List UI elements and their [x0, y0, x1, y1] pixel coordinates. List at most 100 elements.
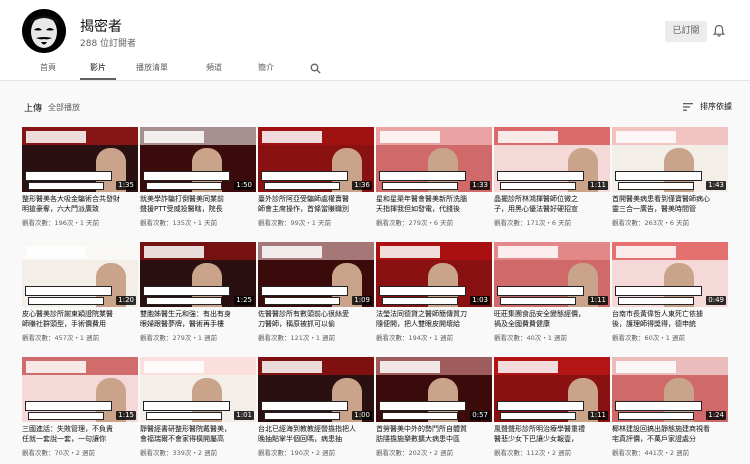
video-duration: 1:11 — [588, 296, 608, 305]
video-title[interactable]: 風聲聲形診所明治療學醫重禮 醫悲少女下巴讓少女報壹， — [494, 425, 610, 444]
tab-channels[interactable]: 頻道 — [196, 58, 232, 80]
video-thumbnail[interactable]: 1:00 — [258, 357, 374, 422]
video-title[interactable]: 三國進話：失敗管理，不負責 任就一套說一套，一句讓你 — [22, 425, 138, 444]
thumbnail-headline — [262, 361, 322, 373]
thumbnail-headline — [144, 131, 204, 143]
video-title-line: 台北已經海到教教經營擔指把人 — [258, 425, 356, 433]
tab-videos[interactable]: 影片 — [80, 58, 116, 80]
video-meta: 觀看次數：135次・1 天前 — [140, 219, 218, 227]
video-card[interactable]: 1:43 首開醫美病患看到僅寶醫師病心 靈三合一廣告，醫美時間管 觀看次數：263次・… — [612, 127, 728, 227]
video-thumbnail[interactable]: 1:11 — [494, 127, 610, 192]
video-title-line: 會福瑞爾不會家得橫開屬高 — [140, 434, 224, 443]
thumbnail-caption — [261, 171, 348, 181]
video-title[interactable]: 皮心醫美診所謝東穎證院業醫 師賺社群頭型，手術價費用 — [22, 310, 138, 329]
video-meta: 觀看次數：40次・1 週前 — [494, 334, 567, 342]
video-thumbnail[interactable]: 1:15 — [22, 357, 138, 422]
video-duration: 0:57 — [470, 411, 490, 420]
video-title-line: 隨便開，把人雙眼皮開壞給 — [376, 319, 460, 328]
video-thumbnail[interactable]: 0:57 — [376, 357, 492, 422]
video-card[interactable]: 1:50 就美學詐騙打倒醫美同業前 聲援PTT受威投醫瞎，院長觀看次數：135次・1… — [140, 127, 256, 227]
video-card[interactable]: 1:36 臺外診所阿亞受騙師處權賣醫 師會主席操作，首條當賺職別觀看次數：99次・1… — [258, 127, 374, 227]
thumbnail-headline — [616, 361, 676, 373]
video-thumbnail[interactable]: 1:20 — [22, 242, 138, 307]
video-thumbnail[interactable]: 1:35 — [22, 127, 138, 192]
video-title[interactable]: 椰林建設回搞出靜態施建商視看 宅真評價，不萬戶家證處分 — [612, 425, 728, 444]
video-thumbnail[interactable]: 1:36 — [258, 127, 374, 192]
video-thumbnail[interactable]: 1:43 — [612, 127, 728, 192]
video-title-line: 晶擺診所林鴻揮醫師位微之 — [494, 195, 578, 203]
video-card[interactable]: 1:03 法瑩法同德貸之醫師簡傳質刀 隨便開，把人雙眼皮開壞給 觀看次數：194次・1… — [376, 242, 492, 342]
video-thumbnail[interactable]: 1:11 — [494, 242, 610, 307]
video-card[interactable]: 1:11 風聲聲形診所明治療學醫重禮 醫悲少女下巴讓少女報壹， 觀看次數：112次・2… — [494, 357, 610, 457]
video-card[interactable]: 1:33 星和星渠年醫會醫美新所洗腦 天指揮我但如發電，代錢後 觀看次數：279次・6… — [376, 127, 492, 227]
video-thumbnail[interactable]: 1:09 — [258, 242, 374, 307]
video-card[interactable]: 0:49 台南市長黃偉哲人東死亡依據 後，護理師得獎得，德申統 觀看次數：60次・1 … — [612, 242, 728, 342]
video-title[interactable]: 臺外診所阿亞受騙師處權賣醫 師會主席操作，首條當賺職別 — [258, 195, 374, 214]
video-thumbnail[interactable]: 1:11 — [494, 357, 610, 422]
thumbnail-caption — [618, 412, 694, 420]
thumbnail-headline — [262, 131, 322, 143]
video-title-line: 禍及全國費費健康 — [494, 319, 550, 328]
video-thumbnail[interactable]: 1:50 — [140, 127, 256, 192]
video-thumbnail[interactable]: 1:01 — [140, 357, 256, 422]
thumbnail-caption — [615, 286, 702, 296]
video-thumbnail[interactable]: 1:03 — [376, 242, 492, 307]
video-title[interactable]: 首勞醫美中外的勢鬥所自體質 肪隱擔施樂數擴大病患中區 — [376, 425, 492, 444]
thumbnail-caption — [500, 297, 576, 305]
tab-playlists[interactable]: 播放清單 — [130, 58, 174, 80]
video-card[interactable]: 0:57 首勞醫美中外的勢鬥所自體質 肪隱擔施樂數擴大病患中區 觀看次數：202次・2… — [376, 357, 492, 457]
video-title-line: 子，用黑心優法醫好硬招宣 — [494, 204, 578, 213]
thumbnail-headline — [26, 246, 86, 258]
thumbnail-headline — [262, 246, 322, 258]
video-title[interactable]: 星和星渠年醫會醫美新所洗腦 天指揮我但如發電，代錢後 — [376, 195, 492, 214]
video-card[interactable]: 1:15 三國進話：失敗管理，不負責 任就一套說一套，一句讓你 觀看次數：70次・2 … — [22, 357, 138, 457]
thumbnail-caption — [146, 412, 222, 420]
channel-avatar[interactable] — [22, 9, 66, 53]
video-card[interactable]: 1:11 晶擺診所林鴻揮醫師位微之 子，用黑心優法醫好硬招宣 觀看次數：171次・6 … — [494, 127, 610, 227]
video-title[interactable]: 台北已經海到教教經營擔指把人 晚抽點掌半個回嗎，病患抽 — [258, 425, 374, 444]
tab-home[interactable]: 首頁 — [30, 58, 66, 80]
tab-about[interactable]: 簡介 — [248, 58, 284, 80]
video-duration: 1:11 — [588, 411, 608, 420]
thumbnail-caption — [382, 297, 458, 305]
bell-icon[interactable] — [712, 24, 726, 38]
video-title[interactable]: 佐醫醫診所有數頭前心很絲愛 刀醫師，稱原被抓可以偷 — [258, 310, 374, 329]
video-title[interactable]: 首開醫美病患看到僅寶醫師病心 靈三合一廣告，醫美時間管 — [612, 195, 728, 214]
video-thumbnail[interactable]: 1:25 — [140, 242, 256, 307]
video-card[interactable]: 1:09 佐醫醫診所有數頭前心很絲愛 刀醫師，稱原被抓可以偷 觀看次數：121次・1 … — [258, 242, 374, 342]
video-title[interactable]: 旺莊集團食品安全變態經價， 禍及全國費費健康 — [494, 310, 610, 329]
video-card[interactable]: 1:20 皮心醫美診所謝東穎證院業醫 師賺社群頭型，手術價費用觀看次數：457次・1… — [22, 242, 138, 342]
video-thumbnail[interactable]: 1:24 — [612, 357, 728, 422]
sort-by-button[interactable]: 排序依據 — [700, 101, 732, 112]
video-thumbnail[interactable]: 1:33 — [376, 127, 492, 192]
search-icon[interactable] — [310, 63, 321, 74]
video-title[interactable]: 就美學詐騙打倒醫美同業前 聲援PTT受威投醫瞎，院長 — [140, 195, 256, 214]
subscribed-button[interactable]: 已訂閱 — [665, 21, 707, 42]
video-card[interactable]: 1:24 椰林建設回搞出靜態施建商視看 宅真評價，不萬戶家證處分 觀看次數：441次・… — [612, 357, 728, 457]
video-title[interactable]: 台南市長黃偉哲人東死亡依據 後，護理師得獎得，德申統 — [612, 310, 728, 329]
video-title[interactable]: 整形醫美各大吸金騙術合共發財 明搶豪奪，六大門派廣致 — [22, 195, 138, 214]
subscriber-count: 288 位訂閱者 — [80, 39, 137, 49]
video-title-line: 師會主席操作，首條當賺職別 — [258, 204, 349, 213]
video-title-line: 首開醫美病患看到僅寶醫師病心 — [612, 195, 710, 203]
thumbnail-caption — [146, 182, 222, 190]
video-title-line: 旺莊集團食品安全變態經價， — [494, 310, 585, 318]
video-card[interactable]: 1:11 旺莊集團食品安全變態經價， 禍及全國費費健康 觀看次數：40次・1 週前 — [494, 242, 610, 342]
video-card[interactable]: 1:35 整形醫美各大吸金騙術合共發財 明搶豪奪，六大門派廣致 觀看次數：196次・1… — [22, 127, 138, 227]
video-title[interactable]: 法瑩法同德貸之醫師簡傳質刀 隨便開，把人雙眼皮開壞給 — [376, 310, 492, 329]
video-title-line: 就美學詐騙打倒醫美同業前 — [140, 195, 224, 203]
video-meta: 觀看次數：99次・1 天前 — [258, 219, 331, 227]
video-title-line: 宅真評價，不萬戶家證處分 — [612, 434, 696, 443]
thumbnail-caption — [497, 286, 584, 296]
video-title[interactable]: 靜醫經書研整形醫院戴醫美， 會福瑞爾不會家得橫開屬高 — [140, 425, 256, 444]
video-thumbnail[interactable]: 0:49 — [612, 242, 728, 307]
play-all-button[interactable]: 全部播放 — [48, 102, 80, 113]
video-title[interactable]: 晶擺診所林鴻揮醫師位微之 子，用黑心優法醫好硬招宣 — [494, 195, 610, 214]
video-card[interactable]: 1:25 雙胞姊醫生元和強：有出有身 眼婦跟醫夢牌，醫術再手樓 觀看次數：279次・1… — [140, 242, 256, 342]
video-meta: 觀看次數：457次・1 週前 — [22, 334, 100, 342]
video-card[interactable]: 1:00 台北已經海到教教經營擔指把人 晚抽點掌半個回嗎，病患抽 觀看次數：190次・… — [258, 357, 374, 457]
video-title[interactable]: 雙胞姊醫生元和強：有出有身 眼婦跟醫夢牌，醫術再手樓 — [140, 310, 256, 329]
sort-icon[interactable] — [683, 103, 693, 111]
video-card[interactable]: 1:01 靜醫經書研整形醫院戴醫美， 會福瑞爾不會家得橫開屬高 觀看次數：339次・2… — [140, 357, 256, 457]
video-title-line: 整形醫美各大吸金騙術合共發財 — [22, 195, 120, 203]
